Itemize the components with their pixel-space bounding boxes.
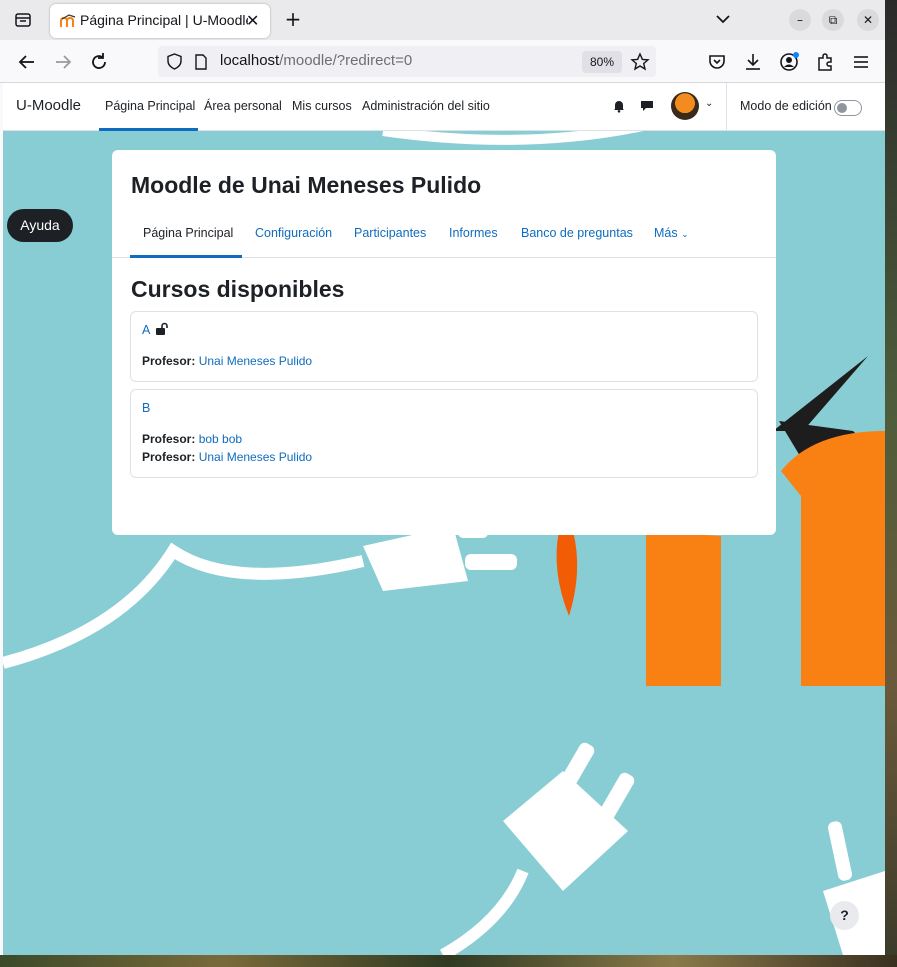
tab-mas[interactable]: Más ⌄ [654,226,689,240]
desktop-background-edge [885,0,897,967]
extensions-icon[interactable] [813,50,837,74]
tab-title: Página Principal | U-Moodle [80,12,248,28]
url-host: localhost [220,52,280,69]
course-name-link[interactable]: B [142,401,150,415]
course-box: B Profesor: bob bob Profesor: Unai Menes… [130,389,758,478]
downloads-icon[interactable] [741,50,765,74]
url-bar[interactable]: localhost/moodle/?redirect=0 80% [158,46,656,77]
site-brand[interactable]: U-Moodle [16,97,81,114]
back-icon[interactable] [15,50,39,74]
browser-window: Página Principal | U-Moodle ✕ + – ⧉ ✕ lo… [0,0,885,955]
course-teacher: Profesor: Unai Meneses Pulido [142,354,312,368]
close-window-button[interactable]: ✕ [857,9,879,31]
moodle-header: U-Moodle Página Principal Área personal … [3,83,885,131]
tab-informes[interactable]: Informes [449,226,498,240]
teacher-label: Profesor: [142,450,196,464]
section-title: Cursos disponibles [131,276,345,302]
tab-list-button[interactable] [10,8,36,32]
page-title: Moodle de Unai Meneses Pulido [131,172,482,198]
account-icon[interactable] [777,50,801,74]
new-tab-button[interactable]: + [282,8,304,32]
teacher-link[interactable]: Unai Meneses Pulido [199,354,312,368]
url-text[interactable]: localhost/moodle/?redirect=0 [220,52,412,69]
active-tab-indicator [130,255,242,258]
help-question-button[interactable]: ? [830,901,859,930]
browser-tab[interactable]: Página Principal | U-Moodle ✕ [50,4,270,38]
nav-mis-cursos[interactable]: Mis cursos [292,99,352,113]
close-tab-icon[interactable]: ✕ [246,11,262,30]
zoom-indicator[interactable]: 80% [582,51,622,73]
desktop-background-bottom [0,955,897,967]
course-teacher: Profesor: Unai Meneses Pulido [142,450,312,464]
notifications-bell-icon[interactable] [612,99,626,113]
reload-icon[interactable] [87,50,111,74]
tab-pagina-principal[interactable]: Página Principal [143,226,233,240]
tab-configuracion[interactable]: Configuración [255,226,332,240]
forward-icon[interactable] [51,50,75,74]
tab-mas-label: Más [654,226,678,240]
user-avatar[interactable] [671,92,699,120]
unlock-icon [156,322,168,335]
url-path: /moodle/?redirect=0 [279,52,413,69]
page-info-icon[interactable] [194,54,208,70]
messages-icon[interactable] [640,99,654,113]
teacher-link[interactable]: bob bob [199,432,242,446]
tab-list-icon [15,13,31,27]
nav-area-personal[interactable]: Área personal [204,99,282,113]
menu-icon[interactable] [849,50,873,74]
course-name-link[interactable]: A [142,323,150,337]
tab-participantes[interactable]: Participantes [354,226,426,240]
navigation-toolbar: localhost/moodle/?redirect=0 80% [0,40,885,83]
course-teacher: Profesor: bob bob [142,432,242,446]
chevron-down-icon[interactable]: ⌄ [705,98,713,109]
teacher-label: Profesor: [142,354,196,368]
course-box: A Profesor: Unai Meneses Pulido [130,311,758,382]
tab-banco-de-preguntas[interactable]: Banco de preguntas [521,226,633,240]
main-card: Moodle de Unai Meneses Pulido Página Pri… [112,150,776,535]
teacher-label: Profesor: [142,432,196,446]
tab-bar: Página Principal | U-Moodle ✕ + – ⧉ ✕ [0,0,885,40]
list-all-tabs-icon[interactable] [714,8,732,30]
header-divider [726,83,727,131]
restore-button[interactable]: ⧉ [822,9,844,31]
edit-mode-toggle[interactable] [834,100,862,116]
bookmark-star-icon[interactable] [630,52,650,72]
moodle-favicon-icon [60,14,76,27]
shield-icon[interactable] [166,53,183,70]
edit-mode-label: Modo de edición [740,99,832,113]
pocket-icon[interactable] [705,50,729,74]
nav-administracion[interactable]: Administración del sitio [362,99,490,113]
help-tooltip[interactable]: Ayuda [7,209,73,242]
secondary-navigation: Página Principal Configuración Participa… [112,212,776,258]
teacher-link[interactable]: Unai Meneses Pulido [199,450,312,464]
minimize-button[interactable]: – [789,9,811,31]
nav-pagina-principal[interactable]: Página Principal [105,99,195,113]
chevron-down-icon: ⌄ [681,229,689,239]
